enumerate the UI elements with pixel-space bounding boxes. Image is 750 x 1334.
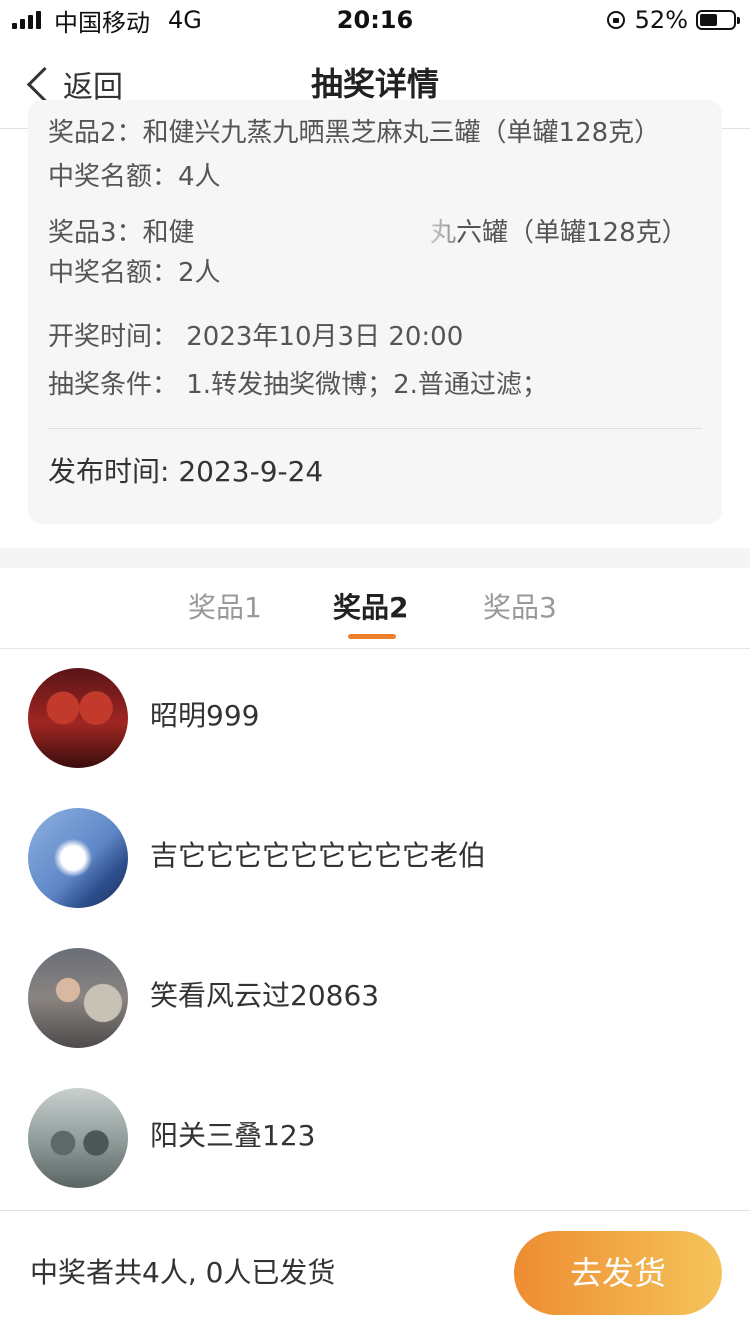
tab-prize-2[interactable]: 奖品2: [333, 586, 408, 626]
battery-percent: 52%: [634, 6, 688, 34]
winner-row[interactable]: 阳关三叠123: [0, 1068, 750, 1208]
avatar: [28, 668, 128, 768]
winner-name: 阳关三叠123: [150, 1119, 316, 1152]
prize2-count: 中奖名额：4人: [48, 162, 221, 192]
section-separator: [0, 548, 750, 568]
winner-name: 笑看风云过20863: [150, 979, 380, 1012]
prize3-description-right: 丸六罐（单罐128克）: [430, 218, 688, 248]
redacted-blur: [228, 212, 458, 252]
avatar: [28, 948, 128, 1048]
winner-row[interactable]: 昭明999: [0, 648, 750, 788]
tab-prize-1[interactable]: 奖品1: [188, 586, 262, 626]
ship-button[interactable]: 去发货: [514, 1231, 722, 1315]
bottom-bar: 中奖者共4人, 0人已发货 去发货: [0, 1210, 750, 1334]
tab-prize-3[interactable]: 奖品3: [483, 586, 557, 626]
status-right: 52%: [606, 6, 740, 34]
lottery-info-card: 奖品2：和健兴九蒸九晒黑芝麻丸三罐（单罐128克） 中奖名额：4人 奖品3：和健…: [28, 100, 722, 524]
winner-name: 昭明999: [150, 699, 260, 732]
prize2-description: 奖品2：和健兴九蒸九晒黑芝麻丸三罐（单罐128克）: [48, 118, 661, 148]
battery-fill: [700, 14, 717, 26]
winner-name: 吉它它它它它它它它它老伯: [150, 839, 487, 872]
publish-time: 发布时间: 2023-9-24: [48, 455, 324, 488]
winner-row[interactable]: 吉它它它它它它它它它老伯: [0, 788, 750, 928]
avatar: [28, 808, 128, 908]
divider: [48, 428, 702, 429]
winner-row[interactable]: 笑看风云过20863: [0, 928, 750, 1068]
draw-time: 开奖时间： 2023年10月3日 20:00: [48, 322, 464, 352]
rotation-lock-icon: [606, 11, 625, 29]
active-tab-indicator: [348, 634, 396, 639]
prize3-count: 中奖名额：2人: [48, 258, 221, 288]
draw-conditions: 抽奖条件： 1.转发抽奖微博；2.普通过滤；: [48, 370, 548, 400]
status-bar: 中国移动 4G 20:16 52%: [0, 0, 750, 40]
prize-tabs: 奖品1 奖品2 奖品3: [0, 568, 750, 649]
battery-icon: [696, 10, 740, 30]
avatar: [28, 1088, 128, 1188]
prize3-description-left: 奖品3：和健: [48, 218, 195, 248]
lottery-detail-page: 中国移动 4G 20:16 52% 返回 抽奖详情 奖品2：和健兴九蒸九晒黑芝麻…: [0, 0, 750, 1334]
winner-summary: 中奖者共4人, 0人已发货: [30, 1256, 336, 1289]
